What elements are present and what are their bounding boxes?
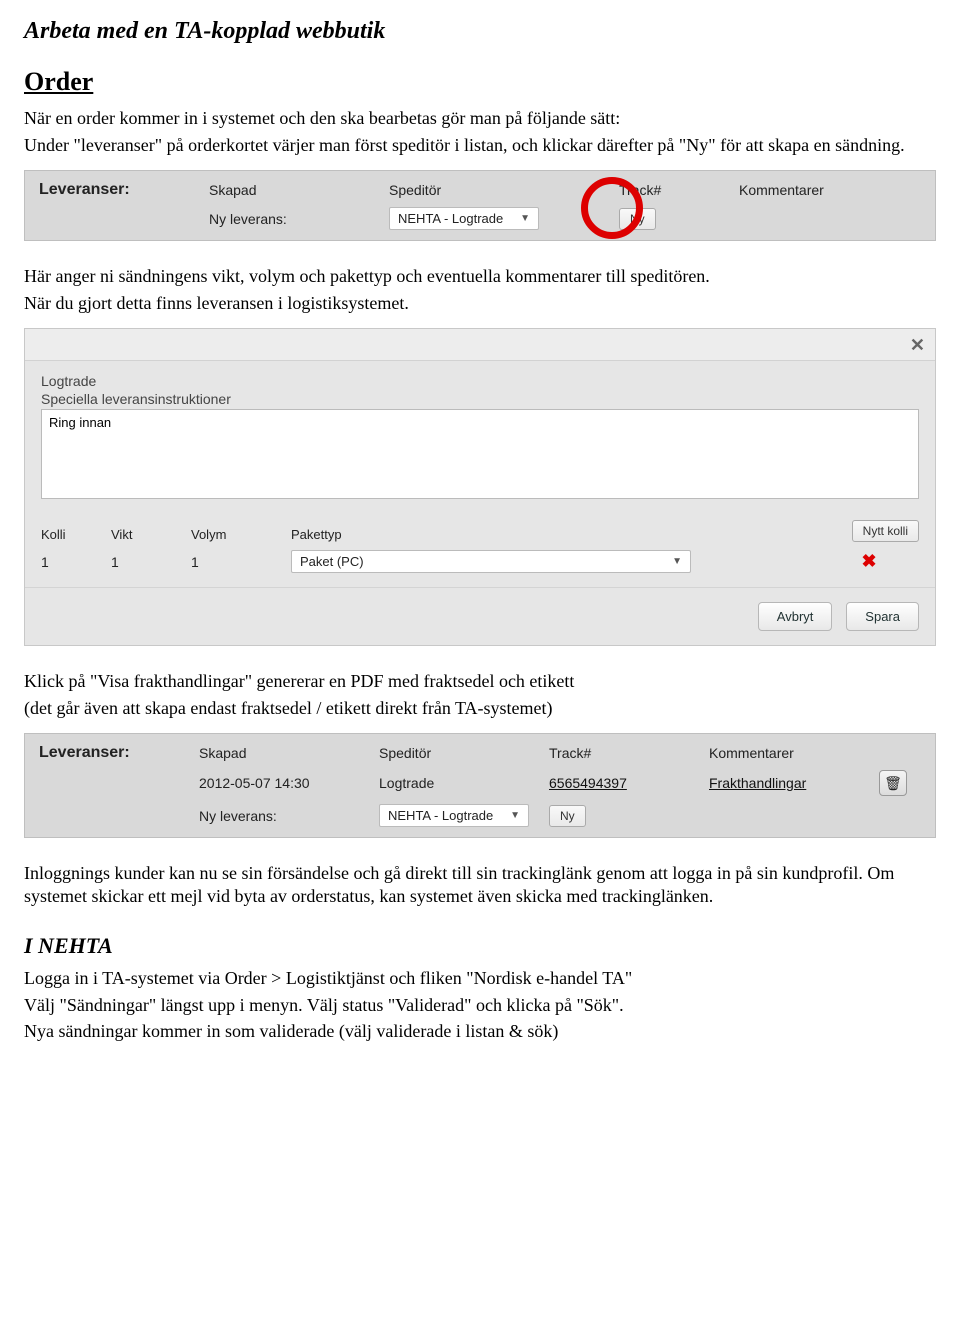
dropdown-value: NEHTA - Logtrade <box>398 211 503 226</box>
instructions-textarea[interactable] <box>41 409 919 499</box>
col-speditor: Speditör <box>379 745 549 761</box>
row-speditor: Logtrade <box>379 775 549 791</box>
section-nehta: I NEHTA <box>24 933 936 959</box>
page-title: Arbeta med en TA-kopplad webbutik <box>24 18 936 45</box>
logtrade-dialog: ✕ Logtrade Speciella leveransinstruktion… <box>24 328 936 646</box>
spara-button[interactable]: Spara <box>846 602 919 631</box>
leveranser-label: Leveranser: <box>39 181 209 199</box>
col-kommentarer: Kommentarer <box>739 182 921 198</box>
after-dialog-2: (det går även att skapa endast fraktsede… <box>24 697 936 720</box>
col-kolli: Kolli <box>41 527 101 542</box>
ny-button[interactable]: Ny <box>619 208 656 230</box>
avbryt-button[interactable]: Avbryt <box>758 602 833 631</box>
pakettyp-dropdown[interactable]: Paket (PC) ▼ <box>291 550 691 573</box>
dropdown-value: NEHTA - Logtrade <box>388 808 493 823</box>
ending-paragraph: Inloggnings kunder kan nu se sin försänd… <box>24 862 936 907</box>
pakettyp-value: Paket (PC) <box>300 554 364 569</box>
delete-row-icon[interactable]: ✖ <box>819 551 919 572</box>
instructions-label: Speciella leveransinstruktioner <box>41 391 919 407</box>
col-volym: Volym <box>191 527 281 542</box>
dialog-title: Logtrade <box>41 373 919 389</box>
nehta-line-1: Logga in i TA-systemet via Order > Logis… <box>24 967 936 990</box>
nytt-kolli-button[interactable]: Nytt kolli <box>852 520 919 542</box>
intro-line-2: Under "leveranser" på orderkortet värjer… <box>24 134 936 157</box>
nehta-line-3: Nya sändningar kommer in som validerade … <box>24 1020 936 1043</box>
ny-leverans-label: Ny leverans: <box>199 808 379 824</box>
trash-icon[interactable]: 🗑 <box>879 770 907 796</box>
nehta-line-2: Välj "Sändningar" längst upp i menyn. Vä… <box>24 994 936 1017</box>
speditor-dropdown[interactable]: NEHTA - Logtrade ▼ <box>389 207 539 230</box>
mid-line-1: Här anger ni sändningens vikt, volym och… <box>24 265 936 288</box>
col-pakettyp: Pakettyp <box>291 527 809 542</box>
kolli-value: 1 <box>41 554 101 570</box>
col-kommentarer: Kommentarer <box>709 745 879 761</box>
section-order: Order <box>24 67 936 97</box>
mid-line-2: När du gjort detta finns leveransen i lo… <box>24 292 936 315</box>
chevron-down-icon: ▼ <box>510 810 520 821</box>
ny-leverans-label: Ny leverans: <box>209 211 389 227</box>
row-skapad: 2012-05-07 14:30 <box>199 775 379 791</box>
chevron-down-icon: ▼ <box>672 556 682 567</box>
vikt-value: 1 <box>111 554 181 570</box>
col-vikt: Vikt <box>111 527 181 542</box>
frakthandlingar-link[interactable]: Frakthandlingar <box>709 775 806 791</box>
after-dialog-1: Klick på "Visa frakthandlingar" generera… <box>24 670 936 693</box>
speditor-dropdown[interactable]: NEHTA - Logtrade ▼ <box>379 804 529 827</box>
col-track: Track# <box>549 745 709 761</box>
ny-button[interactable]: Ny <box>549 805 586 827</box>
close-icon[interactable]: ✕ <box>910 335 925 356</box>
track-link[interactable]: 6565494397 <box>549 775 627 791</box>
col-skapad: Skapad <box>209 182 389 198</box>
col-speditor: Speditör <box>389 182 619 198</box>
volym-value: 1 <box>191 554 281 570</box>
chevron-down-icon: ▼ <box>520 213 530 224</box>
intro-line-1: När en order kommer in i systemet och de… <box>24 107 936 130</box>
leveranser-panel-2: Leveranser: Skapad Speditör Track# Komme… <box>24 733 936 838</box>
col-track: Track# <box>619 182 739 198</box>
col-skapad: Skapad <box>199 745 379 761</box>
leveranser-label: Leveranser: <box>39 744 199 762</box>
leveranser-panel-1: Leveranser: Skapad Speditör Track# Komme… <box>24 170 936 241</box>
